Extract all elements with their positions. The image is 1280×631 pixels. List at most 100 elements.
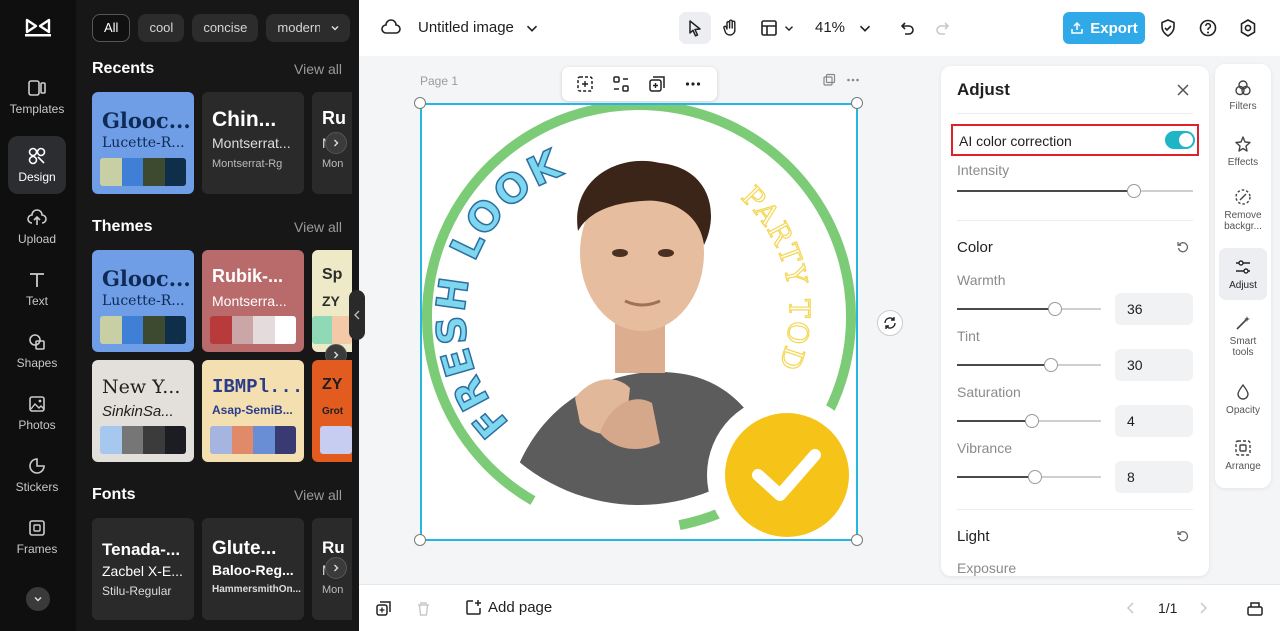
rail-item-upload[interactable]: Upload — [8, 198, 66, 256]
theme-card-4[interactable]: New Y... SinkinSa... — [92, 360, 194, 462]
warmth-slider[interactable] — [957, 302, 1101, 316]
chip-concise[interactable]: concise — [192, 14, 259, 42]
theme-card-6[interactable]: ZY Grot — [312, 360, 352, 462]
rail-item-design[interactable]: Design — [8, 136, 66, 194]
duplicate-page-icon[interactable] — [822, 73, 836, 87]
export-button[interactable]: Export — [1063, 12, 1145, 44]
fonts-title: Fonts — [92, 486, 136, 503]
recent-card-1[interactable]: Glooc... Lucette-R... — [92, 92, 194, 194]
rotate-handle[interactable] — [877, 310, 903, 336]
select-tool-button[interactable] — [679, 12, 711, 44]
rail-item-text[interactable]: Text — [8, 260, 66, 318]
slider-knob[interactable] — [1048, 302, 1062, 316]
divider — [957, 509, 1193, 510]
slider-knob[interactable] — [1025, 414, 1039, 428]
slider-knob[interactable] — [1127, 184, 1141, 198]
saturation-slider[interactable] — [957, 414, 1101, 428]
chips-more-button[interactable] — [320, 14, 350, 42]
warmth-value-input[interactable]: 36 — [1115, 293, 1193, 325]
cloud-sync-button[interactable] — [381, 18, 401, 38]
duplicate-page-icon[interactable] — [375, 600, 392, 617]
trash-icon[interactable] — [415, 600, 432, 617]
vibrance-value-input[interactable]: 8 — [1115, 461, 1193, 493]
ai-color-correction-toggle[interactable] — [1165, 131, 1195, 149]
recents-view-all[interactable]: View all — [294, 61, 342, 77]
tool-remove-background[interactable]: Remove backgr... — [1219, 182, 1267, 238]
rail-item-photos[interactable]: Photos — [8, 384, 66, 442]
fonts-scroll-right[interactable] — [325, 557, 347, 579]
recents-scroll-right[interactable] — [325, 132, 347, 154]
cloud-icon — [381, 19, 401, 34]
rail-label: Upload — [17, 232, 57, 246]
chip-cool[interactable]: cool — [138, 14, 185, 42]
chevron-right-icon — [334, 564, 339, 572]
tool-arrange[interactable]: Arrange — [1219, 430, 1267, 480]
shield-button[interactable] — [1158, 18, 1178, 38]
resize-handle-top-right[interactable] — [851, 97, 863, 109]
tool-effects[interactable]: Effects — [1219, 126, 1267, 176]
chevron-left-icon[interactable] — [1124, 601, 1138, 615]
slider-knob[interactable] — [1028, 470, 1042, 484]
undo-button[interactable] — [897, 18, 917, 38]
document-title[interactable]: Untitled image — [418, 19, 514, 36]
resize-handle-bottom-right[interactable] — [851, 534, 863, 546]
redo-button[interactable] — [933, 18, 953, 38]
chevron-down-icon — [785, 26, 793, 32]
capcut-logo[interactable] — [24, 16, 52, 40]
theme-card-1[interactable]: Glooc... Lucette-R... — [92, 250, 194, 352]
title-menu-button[interactable] — [523, 18, 541, 38]
rail-more-button[interactable] — [26, 587, 50, 611]
fonts-view-all[interactable]: View all — [294, 487, 342, 503]
rotate-icon — [884, 317, 896, 329]
duplicate-icon[interactable] — [648, 75, 666, 93]
settings-button[interactable] — [1238, 18, 1258, 38]
reset-icon[interactable] — [1176, 529, 1190, 543]
design-canvas[interactable]: FRESH LOOK PARTY TODAY — [420, 103, 858, 541]
layout-menu-button[interactable] — [782, 20, 796, 36]
more-icon[interactable] — [684, 75, 702, 93]
select-area-icon[interactable] — [576, 75, 594, 93]
help-icon — [1199, 19, 1217, 37]
crop-icon[interactable] — [612, 75, 630, 93]
tool-opacity[interactable]: Opacity — [1219, 374, 1267, 424]
hand-tool-button[interactable] — [721, 18, 741, 38]
zoom-level[interactable]: 41% — [815, 19, 845, 36]
help-button[interactable] — [1198, 18, 1218, 38]
rail-item-templates[interactable]: Templates — [8, 68, 66, 126]
zoom-menu-button[interactable] — [856, 18, 874, 38]
slider-knob[interactable] — [1044, 358, 1058, 372]
cursor-icon — [689, 20, 701, 37]
recent-card-2[interactable]: Chin... Montserrat... Montserrat-Rg — [202, 92, 304, 194]
saturation-value-input[interactable]: 4 — [1115, 405, 1193, 437]
rail-item-frames[interactable]: Frames — [8, 508, 66, 566]
tool-adjust[interactable]: Adjust — [1219, 248, 1267, 300]
theme-card-2[interactable]: Rubik-... Montserra... — [202, 250, 304, 352]
chevron-right-icon[interactable] — [1196, 601, 1210, 615]
font-card-2[interactable]: Glute... Baloo-Reg... HammersmithOn... — [202, 518, 304, 620]
tint-value-input[interactable]: 30 — [1115, 349, 1193, 381]
vibrance-slider[interactable] — [957, 470, 1101, 484]
rail-item-stickers[interactable]: Stickers — [8, 446, 66, 504]
theme-card-3[interactable]: Sp ZY — [312, 250, 352, 352]
layout-icon — [761, 20, 777, 36]
tint-slider[interactable] — [957, 358, 1101, 372]
font-card-1[interactable]: Tenada-... Zacbel X-E... Stilu-Regular — [92, 518, 194, 620]
resize-handle-top-left[interactable] — [414, 97, 426, 109]
page-counter: 1/1 — [1158, 600, 1178, 616]
pages-panel-icon[interactable] — [1246, 599, 1264, 617]
chip-all[interactable]: All — [92, 14, 131, 42]
layout-button[interactable] — [759, 18, 779, 38]
resize-handle-bottom-left[interactable] — [414, 534, 426, 546]
undo-icon — [900, 22, 914, 35]
themes-view-all[interactable]: View all — [294, 219, 342, 235]
tool-smart-tools[interactable]: Smart tools — [1219, 308, 1267, 364]
reset-icon[interactable] — [1176, 240, 1190, 254]
theme-card-5[interactable]: IBMPl... Asap-SemiB... — [202, 360, 304, 462]
tool-filters[interactable]: Filters — [1219, 70, 1267, 120]
panel-collapse-handle[interactable] — [349, 290, 365, 340]
add-page-button[interactable]: Add page — [465, 599, 552, 616]
page-more-icon[interactable] — [846, 73, 860, 87]
rail-item-shapes[interactable]: Shapes — [8, 322, 66, 380]
close-icon[interactable] — [1175, 82, 1191, 98]
intensity-slider[interactable] — [957, 184, 1193, 198]
